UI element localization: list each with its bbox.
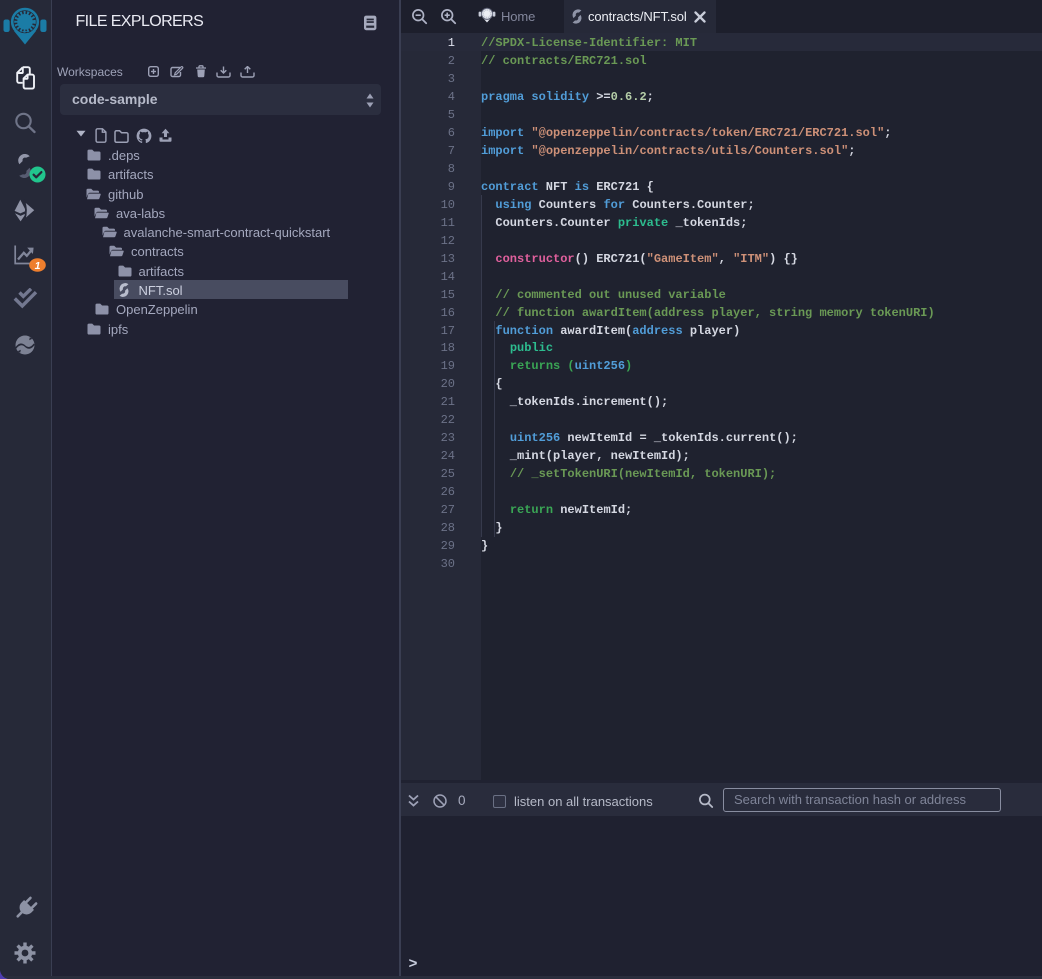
svg-text:1: 1 [35, 260, 41, 272]
